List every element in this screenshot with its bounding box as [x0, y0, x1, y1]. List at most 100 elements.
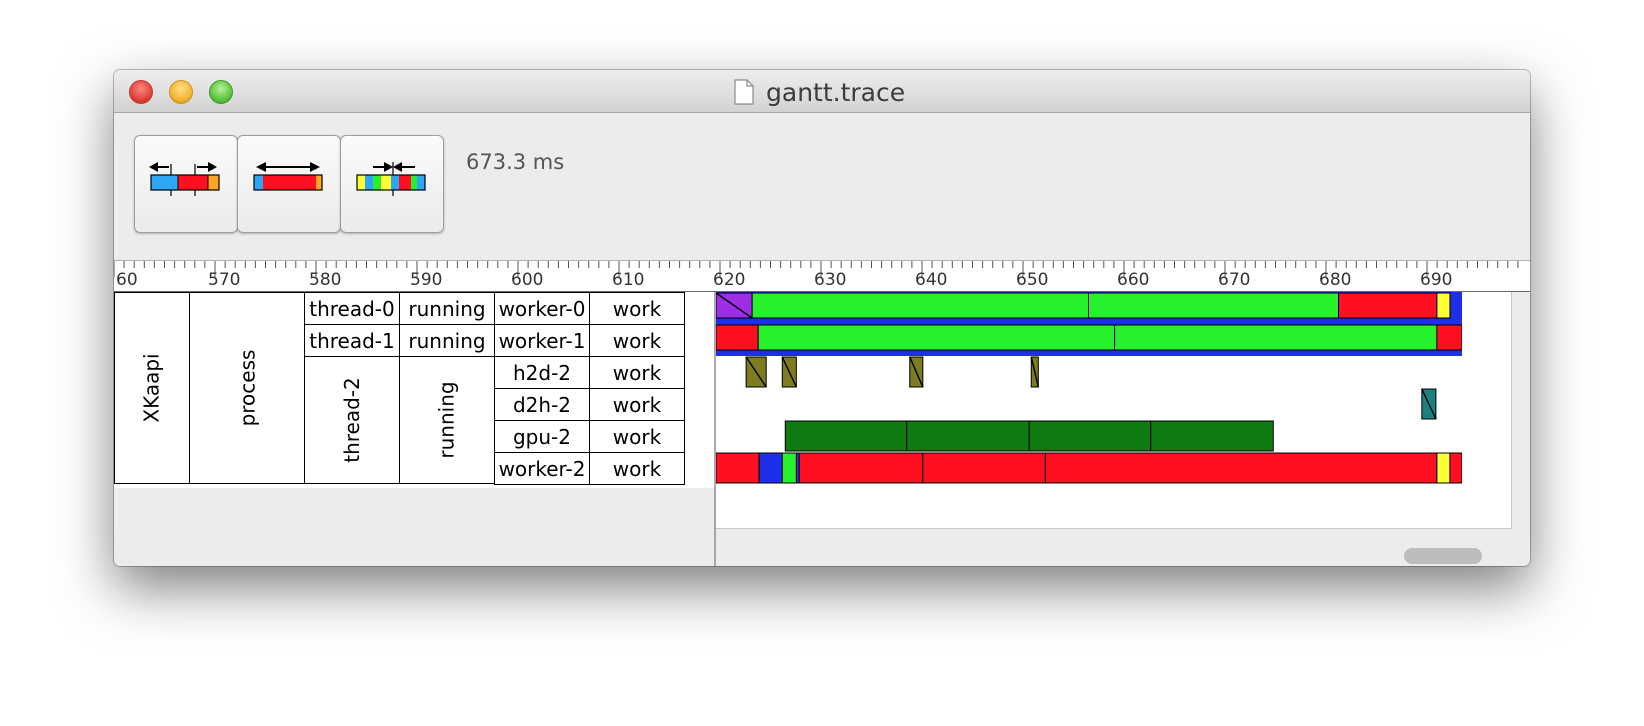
- worker-state-label: work: [612, 392, 662, 417]
- time-ruler[interactable]: 60 570 580 590 600 610 620 630 640 650 6…: [114, 260, 1530, 292]
- ruler-label: 590: [410, 270, 443, 290]
- zoom-window-button[interactable]: [209, 80, 233, 104]
- ruler-label: 680: [1319, 270, 1352, 290]
- document-icon: [734, 79, 754, 105]
- close-window-button[interactable]: [129, 80, 153, 104]
- gantt-bar[interactable]: [781, 452, 797, 484]
- ruler-label: 610: [612, 270, 645, 290]
- window-title: gantt.trace: [734, 76, 905, 108]
- ruler-label: 650: [1016, 270, 1049, 290]
- gantt-bar[interactable]: [1114, 324, 1438, 351]
- zoom-out-icon: [149, 162, 220, 196]
- fit-icon: [253, 162, 323, 191]
- gantt-bar[interactable]: [1436, 292, 1451, 319]
- ruler-label: 580: [309, 270, 342, 290]
- worker-label: worker-2: [498, 456, 586, 481]
- worker-state-cell[interactable]: work: [589, 292, 685, 325]
- worker-label: worker-1: [498, 328, 586, 353]
- zoom-out-button[interactable]: [134, 135, 238, 233]
- gantt-bar[interactable]: [757, 324, 1116, 351]
- gantt-bar[interactable]: [922, 452, 1046, 484]
- gantt-chart[interactable]: [716, 292, 1512, 529]
- gantt-bar[interactable]: [716, 452, 760, 484]
- thread-state-label: running: [435, 381, 459, 459]
- worker-cell[interactable]: d2h-2: [494, 388, 590, 421]
- worker-label: d2h-2: [512, 392, 572, 417]
- ruler-label: 600: [511, 270, 544, 290]
- worker-state-label: work: [612, 424, 662, 449]
- zoom-in-button[interactable]: [340, 135, 444, 233]
- thread-1-cell[interactable]: thread-1: [304, 324, 400, 357]
- title-bar: gantt.trace: [114, 70, 1530, 113]
- gantt-bar[interactable]: [1028, 420, 1152, 452]
- gantt-row-d2h-2: [1421, 388, 1437, 420]
- gantt-bar[interactable]: [1150, 420, 1274, 452]
- gantt-bar[interactable]: [1087, 292, 1340, 319]
- thread-state-label: running: [408, 328, 486, 353]
- ruler-label: 60: [116, 270, 138, 290]
- ruler-label: 690: [1420, 270, 1453, 290]
- worker-cell[interactable]: gpu-2: [494, 420, 590, 453]
- worker-cell[interactable]: worker-1: [494, 324, 590, 357]
- gantt-bar[interactable]: [751, 292, 1089, 319]
- minimize-window-button[interactable]: [169, 80, 193, 104]
- worker-state-cell[interactable]: work: [589, 420, 685, 453]
- horizontal-scrollbar-thumb[interactable]: [1404, 548, 1482, 564]
- thread-0-cell[interactable]: thread-0: [304, 292, 400, 325]
- gantt-bar[interactable]: [798, 452, 924, 484]
- ruler-label: 670: [1218, 270, 1251, 290]
- thread-2-state-cell[interactable]: running: [399, 356, 495, 484]
- gantt-row-worker-0: [716, 292, 1462, 324]
- gantt-bar[interactable]: [1338, 292, 1438, 319]
- root-cell[interactable]: XKaapi: [114, 292, 190, 484]
- thread-0-state-cell[interactable]: running: [399, 292, 495, 325]
- thread-label: thread-0: [309, 296, 395, 321]
- hierarchy-table: XKaapi process thread-0 running thread-1…: [114, 292, 715, 488]
- worker-state-cell[interactable]: work: [589, 356, 685, 389]
- gantt-row-worker-1: [716, 324, 1462, 356]
- gantt-row-h2d-2: [745, 356, 1039, 388]
- thread-state-label: running: [408, 296, 486, 321]
- worker-cell[interactable]: worker-0: [494, 292, 590, 325]
- worker-cell[interactable]: worker-2: [494, 452, 590, 485]
- gantt-bar[interactable]: [1436, 452, 1451, 484]
- worker-cell[interactable]: h2d-2: [494, 356, 590, 389]
- trace-window: gantt.trace 673.3 ms 60 570 580 590 600 …: [114, 70, 1530, 566]
- worker-label: h2d-2: [512, 360, 572, 385]
- zoom-in-icon: [356, 162, 426, 196]
- process-label: process: [234, 349, 259, 427]
- gantt-bar[interactable]: [1044, 452, 1438, 484]
- gantt-plot: [716, 292, 1462, 484]
- table-empty-area: [114, 488, 715, 566]
- root-label: XKaapi: [139, 353, 164, 423]
- fit-button[interactable]: [237, 135, 341, 233]
- worker-state-cell[interactable]: work: [589, 388, 685, 421]
- gantt-row-worker-2: [716, 452, 1462, 484]
- gantt-bar[interactable]: [784, 420, 908, 452]
- ruler-label: 620: [713, 270, 746, 290]
- process-cell[interactable]: process: [189, 292, 305, 484]
- window-title-text: gantt.trace: [766, 77, 906, 107]
- worker-state-label: work: [612, 360, 662, 385]
- duration-readout: 673.3 ms: [466, 150, 565, 174]
- worker-label: worker-0: [498, 296, 586, 321]
- ruler-label: 640: [915, 270, 948, 290]
- thread-label: thread-2: [340, 377, 364, 463]
- ruler-label: 630: [814, 270, 847, 290]
- gantt-bar[interactable]: [906, 420, 1030, 452]
- worker-state-cell[interactable]: work: [589, 324, 685, 357]
- worker-state-cell[interactable]: work: [589, 452, 685, 485]
- gantt-row-gpu-2: [784, 420, 1274, 452]
- thread-label: thread-1: [309, 328, 395, 353]
- worker-state-label: work: [612, 456, 662, 481]
- ruler-label: 570: [208, 270, 241, 290]
- gantt-bar[interactable]: [716, 324, 759, 351]
- gantt-bar[interactable]: [1449, 452, 1462, 484]
- worker-state-label: work: [612, 328, 662, 353]
- gantt-bar[interactable]: [1436, 324, 1462, 351]
- worker-label: gpu-2: [512, 424, 571, 449]
- ruler-label: 660: [1117, 270, 1150, 290]
- worker-state-label: work: [612, 296, 662, 321]
- thread-1-state-cell[interactable]: running: [399, 324, 495, 357]
- thread-2-cell[interactable]: thread-2: [304, 356, 400, 484]
